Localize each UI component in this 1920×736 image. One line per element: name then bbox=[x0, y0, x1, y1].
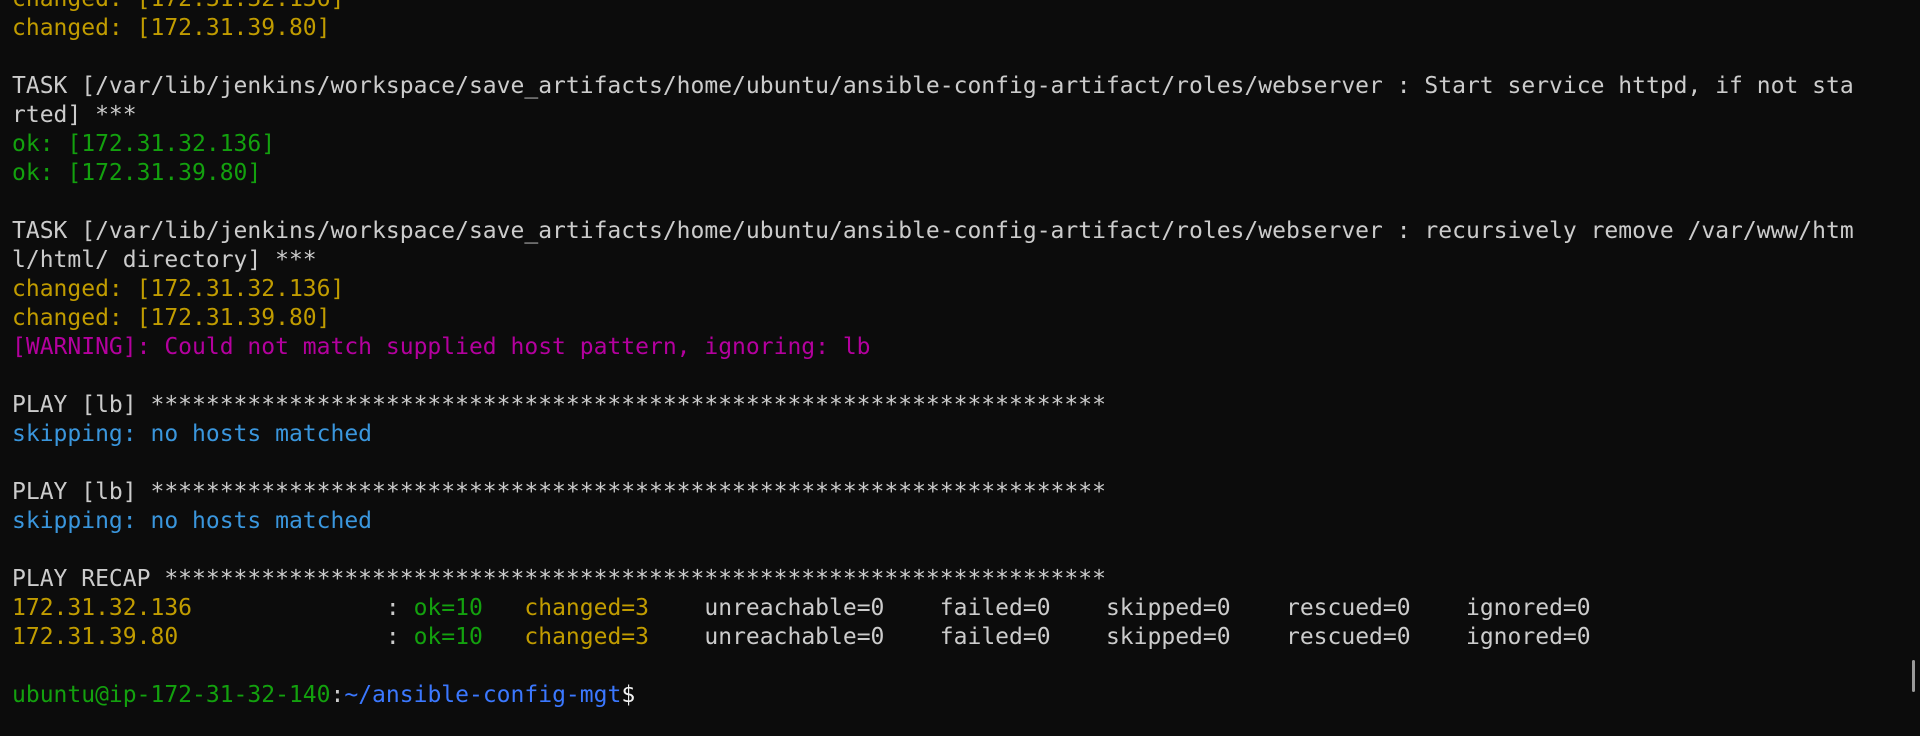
terminal-text: 172.31.39.80 bbox=[12, 624, 386, 650]
terminal-text: changed=3 bbox=[524, 624, 649, 650]
terminal-line: skipping: no hosts matched bbox=[12, 420, 1854, 449]
terminal-text: changed=3 bbox=[524, 595, 649, 621]
terminal-text: : bbox=[330, 682, 345, 708]
terminal-text: ~/ansible-config-mgt bbox=[344, 682, 622, 708]
shell-prompt: ubuntu@ip-172-31-32-140:~/ansible-config… bbox=[12, 681, 1854, 710]
terminal-text: $ bbox=[621, 682, 636, 708]
terminal-text: ok=10 bbox=[413, 624, 483, 650]
terminal-text: ok: [172.31.39.80] bbox=[12, 160, 262, 186]
terminal-text: skipping: no hosts matched bbox=[12, 421, 373, 447]
terminal-text: unreachable=0 failed=0 skipped=0 rescued… bbox=[649, 595, 1591, 621]
terminal-text: changed: [172.31.39.80] bbox=[12, 305, 331, 331]
terminal-text: ok=10 bbox=[413, 595, 483, 621]
terminal-text: [WARNING]: Could not match supplied host… bbox=[12, 334, 871, 360]
terminal-line: 172.31.32.136 : ok=10 changed=3 unreacha… bbox=[12, 594, 1854, 623]
terminal-text: unreachable=0 failed=0 skipped=0 rescued… bbox=[649, 624, 1591, 650]
terminal-text: ubuntu@ip-172-31-32-140 bbox=[12, 682, 331, 708]
terminal-text: ok: [172.31.32.136] bbox=[12, 131, 276, 157]
scrollbar-thumb[interactable] bbox=[1912, 660, 1915, 692]
terminal-line: changed: [172.31.39.80] bbox=[12, 304, 1854, 333]
terminal-text: changed: [172.31.32.136] bbox=[12, 0, 344, 12]
terminal-text: PLAY [lb] ******************************… bbox=[12, 392, 1106, 418]
terminal-text: changed: [172.31.32.136] bbox=[12, 276, 345, 302]
terminal-text: rted] *** bbox=[12, 102, 137, 128]
terminal-line: 172.31.39.80 : ok=10 changed=3 unreachab… bbox=[12, 623, 1854, 652]
terminal-line: changed: [172.31.32.136] bbox=[12, 0, 1854, 14]
terminal-line: changed: [172.31.32.136] bbox=[12, 275, 1854, 304]
terminal-text: : bbox=[385, 624, 414, 650]
terminal-text: PLAY [lb] ******************************… bbox=[12, 479, 1106, 505]
terminal-line: changed: [172.31.39.80] bbox=[12, 14, 1854, 43]
terminal-text: : bbox=[385, 595, 414, 621]
terminal-text: 172.31.32.136 bbox=[12, 595, 386, 621]
terminal-text: l/html/ directory] *** bbox=[12, 247, 317, 273]
terminal-line: PLAY [lb] ******************************… bbox=[12, 478, 1854, 507]
terminal-text: skipping: no hosts matched bbox=[12, 508, 373, 534]
terminal-output: changed: [172.31.32.136] changed: [172.31… bbox=[12, 0, 1854, 710]
terminal-line: skipping: no hosts matched bbox=[12, 507, 1854, 536]
terminal-line: ok: [172.31.39.80] bbox=[12, 159, 1854, 188]
terminal-line: TASK [/var/lib/jenkins/workspace/save_ar… bbox=[12, 72, 1854, 101]
terminal-text: changed: [172.31.39.80] bbox=[12, 15, 331, 41]
terminal-text: TASK [/var/lib/jenkins/workspace/save_ar… bbox=[12, 218, 1854, 244]
terminal-line: rted] *** bbox=[12, 101, 1854, 130]
terminal-line: PLAY [lb] ******************************… bbox=[12, 391, 1854, 420]
terminal-line: ok: [172.31.32.136] bbox=[12, 130, 1854, 159]
terminal-line: PLAY RECAP *****************************… bbox=[12, 565, 1854, 594]
terminal-text: TASK [/var/lib/jenkins/workspace/save_ar… bbox=[12, 73, 1854, 99]
terminal-line: l/html/ directory] *** bbox=[12, 246, 1854, 275]
terminal-line: TASK [/var/lib/jenkins/workspace/save_ar… bbox=[12, 217, 1854, 246]
terminal-line: [WARNING]: Could not match supplied host… bbox=[12, 333, 1854, 362]
terminal-window[interactable]: changed: [172.31.32.136] changed: [172.31… bbox=[0, 0, 1920, 736]
terminal-text: PLAY RECAP *****************************… bbox=[12, 566, 1106, 592]
